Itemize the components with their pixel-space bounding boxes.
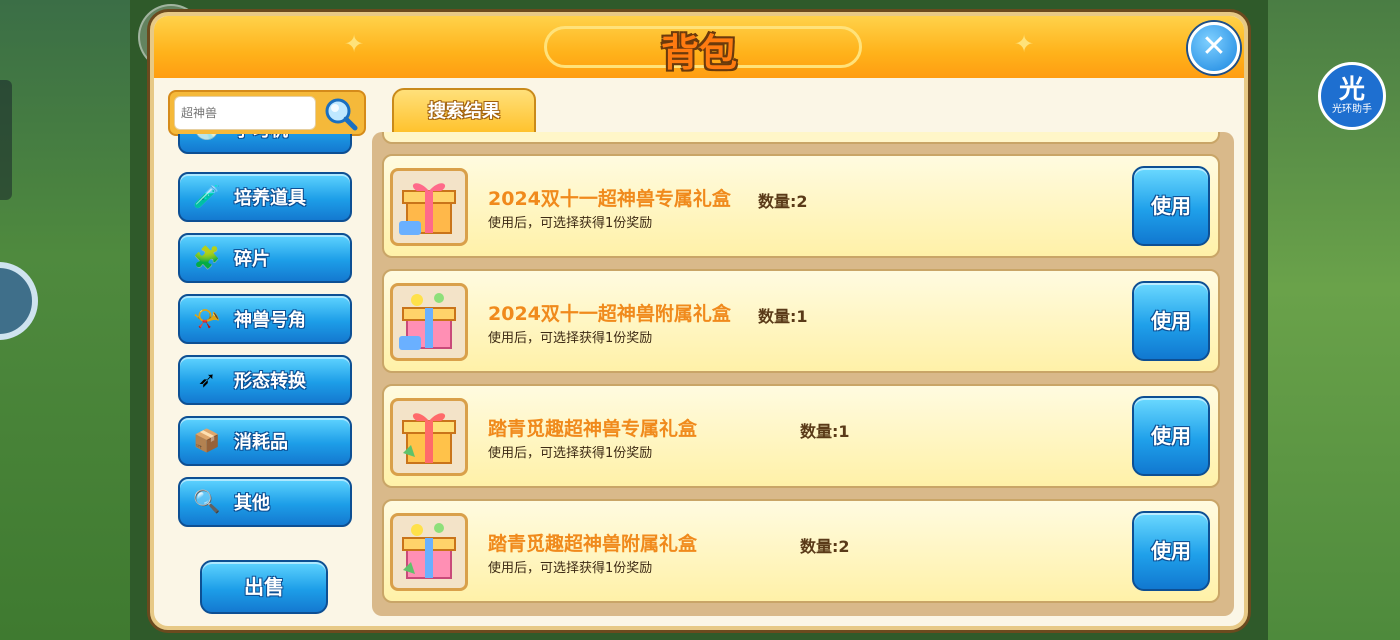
item-description: 使用后，可选择获得1份奖励 (488, 331, 653, 346)
item-name: 踏青觅趣超神兽附属礼盒 (488, 533, 698, 555)
category-label: 培养道具 (234, 188, 306, 209)
gift-box-icon (390, 398, 468, 476)
puzzle-icon: 🧩 (193, 245, 221, 271)
use-button[interactable]: 使用 (1132, 511, 1210, 591)
category-study-machine[interactable]: 💿 学习机 (178, 134, 352, 154)
sell-button[interactable]: 出售 (200, 560, 328, 614)
gift-box-icon (390, 283, 468, 361)
category-label: 学习机 (234, 134, 288, 142)
item-quantity: 数量:1 (758, 307, 808, 326)
search-input[interactable] (174, 96, 316, 130)
item-quantity: 数量:2 (758, 192, 808, 211)
backpack-panel: ✦ ✦ 背包 ✕ 💿 学习机 🧪 培养道具 🧩 碎片 📯 (150, 12, 1248, 630)
item-description: 使用后，可选择获得1份奖励 (488, 446, 653, 461)
search-bar (168, 90, 366, 136)
item-name: 2024双十一超神兽专属礼盒 (488, 188, 731, 210)
helper-glyph: 光 (1338, 75, 1365, 105)
side-handle[interactable] (0, 80, 12, 200)
list-item-partial (382, 132, 1220, 144)
use-button[interactable]: 使用 (1132, 166, 1210, 246)
horn-icon: 📯 (193, 306, 221, 332)
item-name: 踏青觅趣超神兽专属礼盒 (488, 418, 698, 440)
tab-search-results[interactable]: 搜索结果 (392, 88, 536, 136)
category-label: 神兽号角 (234, 310, 306, 331)
disc-icon: 💿 (186, 134, 228, 150)
use-button[interactable]: 使用 (1132, 281, 1210, 361)
magnifier-icon[interactable] (322, 96, 360, 132)
category-label: 其他 (234, 493, 270, 514)
panel-header: ✦ ✦ 背包 ✕ (154, 16, 1244, 78)
category-other[interactable]: 🔍 其他 (178, 477, 352, 527)
item-list: 2024双十一超神兽专属礼盒 数量:2 使用后，可选择获得1份奖励 使用 202… (372, 132, 1234, 616)
gift-box-icon (390, 513, 468, 591)
category-form-change[interactable]: ➶ 形态转换 (178, 355, 352, 405)
category-beast-horn[interactable]: 📯 神兽号角 (178, 294, 352, 344)
item-quantity: 数量:1 (800, 422, 850, 441)
category-label: 消耗品 (234, 432, 288, 453)
use-button[interactable]: 使用 (1132, 396, 1210, 476)
category-training-items[interactable]: 🧪 培养道具 (178, 172, 352, 222)
category-fragments[interactable]: 🧩 碎片 (178, 233, 352, 283)
box-icon: 📦 (193, 428, 221, 454)
item-name: 2024双十一超神兽附属礼盒 (488, 303, 731, 325)
panel-title: 背包 (660, 31, 737, 75)
category-label: 形态转换 (234, 371, 306, 392)
potion-icon: 🧪 (193, 184, 221, 210)
item-quantity: 数量:2 (800, 537, 850, 556)
list-item: 踏青觅趣超神兽附属礼盒 数量:2 使用后，可选择获得1份奖励 使用 (382, 499, 1220, 603)
list-item: 踏青觅趣超神兽专属礼盒 数量:1 使用后，可选择获得1份奖励 使用 (382, 384, 1220, 488)
category-sidebar: 💿 学习机 🧪 培养道具 🧩 碎片 📯 神兽号角 ➶ 形态转换 📦 消耗品 🔍 … (174, 134, 354, 534)
helper-label: 光环助手 (1332, 104, 1372, 115)
category-label: 碎片 (234, 249, 270, 270)
magnifier-icon: 🔍 (193, 489, 221, 515)
close-icon[interactable]: ✕ (1188, 22, 1240, 74)
item-description: 使用后，可选择获得1份奖励 (488, 561, 653, 576)
item-description: 使用后，可选择获得1份奖励 (488, 216, 653, 231)
list-item: 2024双十一超神兽专属礼盒 数量:2 使用后，可选择获得1份奖励 使用 (382, 154, 1220, 258)
helper-badge[interactable]: 光 光环助手 (1318, 62, 1386, 130)
gift-box-icon (390, 168, 468, 246)
arrow-icon: ➶ (197, 367, 217, 393)
list-item: 2024双十一超神兽附属礼盒 数量:1 使用后，可选择获得1份奖励 使用 (382, 269, 1220, 373)
category-consumables[interactable]: 📦 消耗品 (178, 416, 352, 466)
